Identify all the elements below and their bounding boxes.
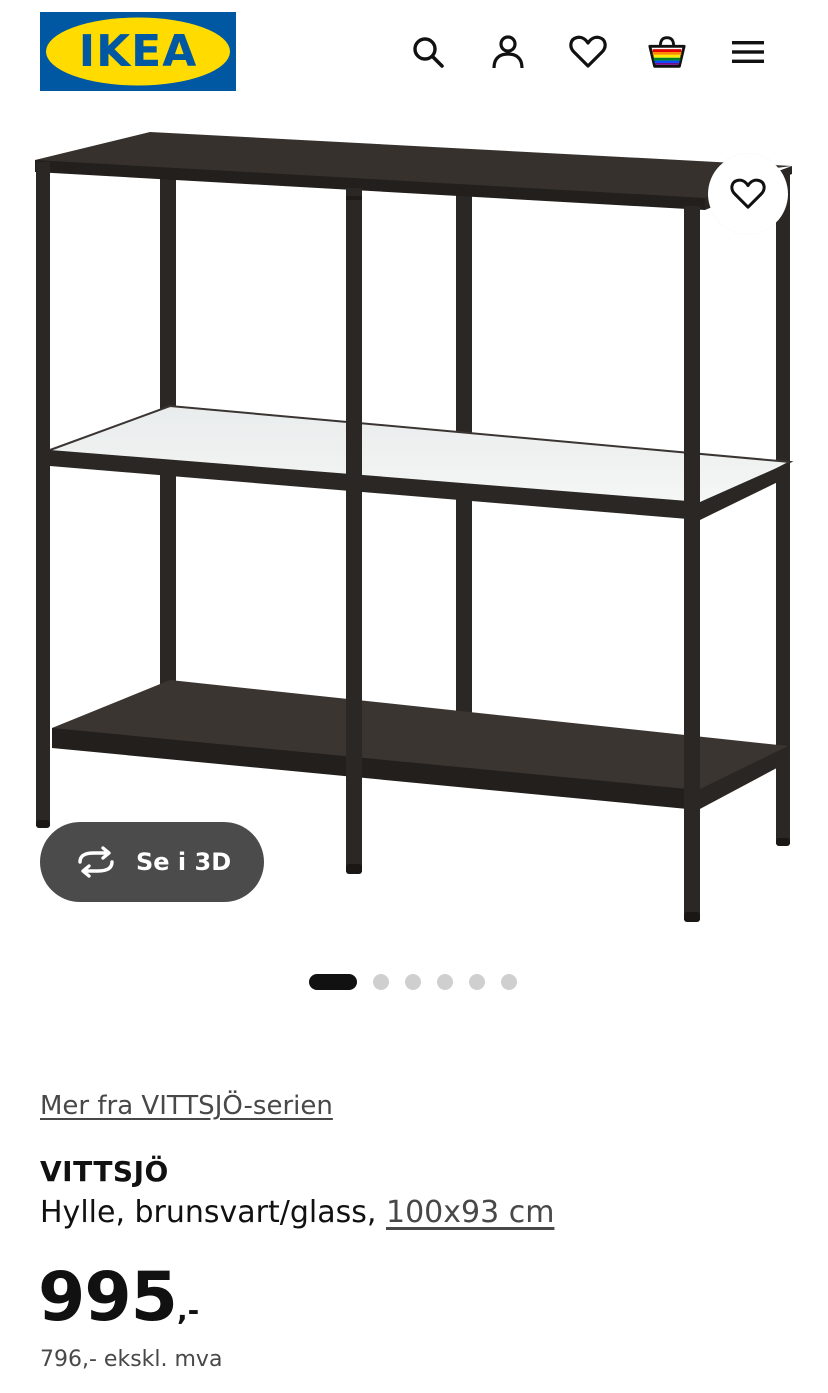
see-in-3d-button[interactable]: Se i 3D — [40, 822, 264, 902]
add-to-favourites-button[interactable] — [708, 154, 788, 234]
heart-icon[interactable] — [568, 32, 608, 72]
product-page: IKEA ® Se i 3D Mer fra VITTSJÖ-serien VI… — [0, 0, 828, 1393]
ikea-logo[interactable]: IKEA ® — [40, 12, 236, 91]
price-amount: 995 — [38, 1258, 178, 1337]
shelf-image — [35, 132, 794, 922]
product-image-gallery[interactable]: Se i 3D — [0, 110, 828, 940]
series-link[interactable]: Mer fra VITTSJÖ-serien — [40, 1086, 333, 1126]
svg-text:®: ® — [224, 23, 232, 32]
top-header: IKEA ® — [0, 0, 828, 110]
logo-text: IKEA — [79, 26, 198, 77]
price-suffix: ,- — [176, 1294, 200, 1327]
search-icon[interactable] — [408, 32, 448, 72]
carousel-dot[interactable] — [309, 974, 357, 990]
product-name: VITTSJÖ — [40, 1155, 169, 1188]
product-size-link[interactable]: 100x93 cm — [386, 1195, 554, 1230]
carousel-dot[interactable] — [373, 974, 389, 990]
menu-icon[interactable] — [728, 32, 768, 72]
shopping-bag-icon[interactable] — [647, 32, 687, 72]
rotate-3d-icon — [78, 846, 114, 878]
carousel-indicator — [309, 973, 517, 991]
product-type-text: Hylle, brunsvart/glass, — [40, 1195, 386, 1230]
carousel-dot[interactable] — [405, 974, 421, 990]
heart-icon — [730, 178, 766, 209]
product-price: 995,- — [38, 1258, 199, 1338]
account-icon[interactable] — [488, 32, 528, 72]
see-in-3d-label: Se i 3D — [136, 848, 232, 876]
carousel-dot[interactable] — [469, 974, 485, 990]
carousel-dot[interactable] — [501, 974, 517, 990]
carousel-dot[interactable] — [437, 974, 453, 990]
product-description: Hylle, brunsvart/glass, 100x93 cm — [40, 1192, 554, 1234]
price-excl-vat: 796,- ekskl. mva — [40, 1347, 223, 1372]
